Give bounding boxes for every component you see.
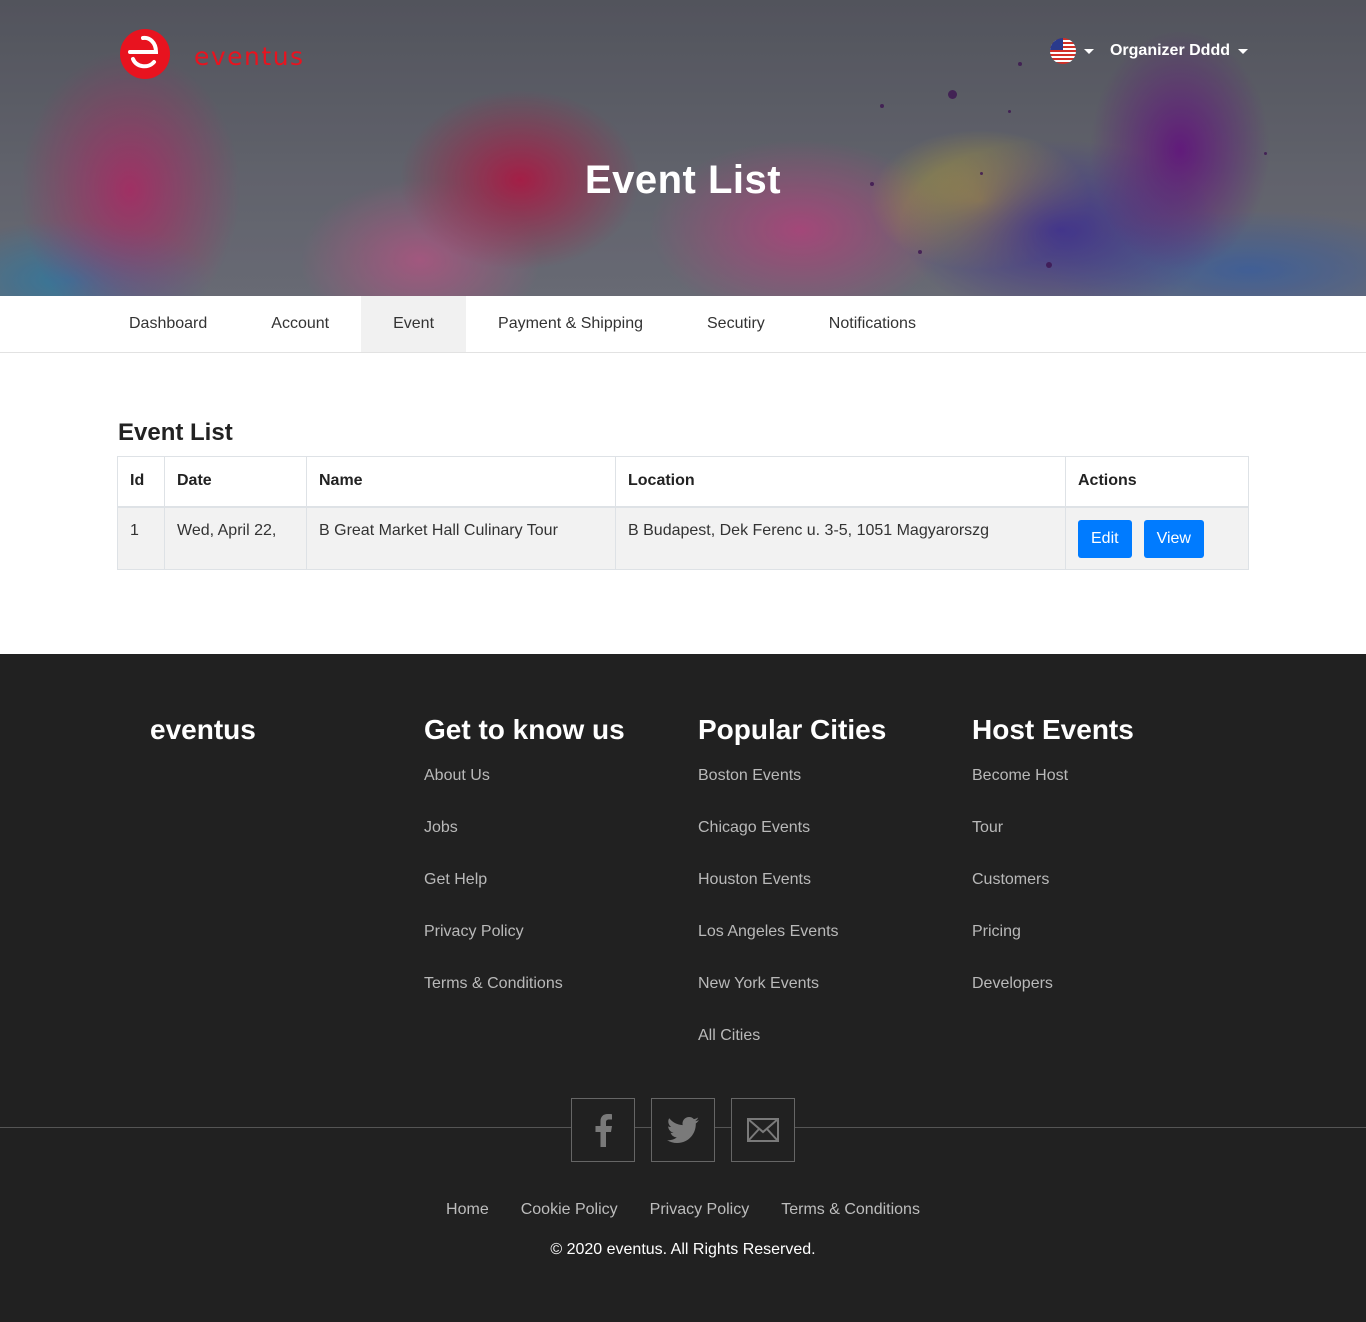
tab-dashboard[interactable]: Dashboard	[97, 296, 239, 352]
table-row: 1 Wed, April 22, B Great Market Hall Cul…	[117, 506, 1249, 570]
footer-link-developers[interactable]: Developers	[972, 972, 1134, 1024]
social-links	[571, 1098, 795, 1162]
footer-link-get-help[interactable]: Get Help	[424, 868, 625, 920]
view-button[interactable]: View	[1143, 519, 1204, 558]
footer-link-tour[interactable]: Tour	[972, 816, 1134, 868]
page-title: Event List	[584, 158, 782, 202]
bottom-link-home[interactable]: Home	[446, 1201, 489, 1219]
email-button[interactable]	[731, 1098, 795, 1162]
header-controls: Organizer Dddd	[1049, 38, 1248, 64]
footer-column-host: Host Events Become Host Tour Customers P…	[972, 714, 1134, 1024]
tab-payment-shipping[interactable]: Payment & Shipping	[466, 296, 675, 352]
footer-heading: Get to know us	[424, 714, 625, 745]
table-header-row: Id Date Name Location Actions	[117, 456, 1249, 508]
cell-date: Wed, April 22,	[164, 506, 307, 570]
cell-id: 1	[117, 506, 165, 570]
column-header-name: Name	[306, 456, 616, 508]
facebook-button[interactable]	[571, 1098, 635, 1162]
event-table: Id Date Name Location Actions 1 Wed, Apr…	[117, 456, 1249, 570]
footer-column-about: Get to know us About Us Jobs Get Help Pr…	[424, 714, 625, 1024]
section-title: Event List	[118, 419, 233, 446]
brand-logo[interactable]: eventus	[119, 28, 305, 80]
bottom-link-terms[interactable]: Terms & Conditions	[781, 1201, 920, 1219]
user-menu[interactable]: Organizer Dddd	[1110, 42, 1248, 60]
cell-location: B Budapest, Dek Ferenc u. 3-5, 1051 Magy…	[615, 506, 1066, 570]
footer-link-boston[interactable]: Boston Events	[698, 764, 886, 816]
footer-brand[interactable]: eventus	[150, 714, 256, 746]
user-name: Organizer Dddd	[1109, 42, 1230, 59]
footer-link-about-us[interactable]: About Us	[424, 764, 625, 816]
cell-name: B Great Market Hall Culinary Tour	[306, 506, 616, 570]
facebook-icon	[595, 1114, 612, 1147]
account-tabs: Dashboard Account Event Payment & Shippi…	[0, 296, 1366, 353]
footer-heading: Popular Cities	[698, 714, 887, 745]
footer-heading: Host Events	[972, 714, 1134, 745]
tab-security[interactable]: Secutiry	[675, 296, 797, 352]
twitter-icon	[667, 1117, 699, 1143]
site-footer: eventus Get to know us About Us Jobs Get…	[0, 654, 1366, 1322]
email-icon	[747, 1118, 779, 1142]
tab-notifications[interactable]: Notifications	[797, 296, 948, 352]
eventus-logo-icon	[120, 29, 170, 79]
footer-link-jobs[interactable]: Jobs	[424, 816, 625, 868]
footer-link-pricing[interactable]: Pricing	[972, 920, 1134, 972]
footer-link-los-angeles[interactable]: Los Angeles Events	[698, 920, 886, 972]
footer-link-become-host[interactable]: Become Host	[972, 764, 1134, 816]
chevron-down-icon	[1238, 48, 1248, 54]
column-header-id: Id	[117, 456, 165, 508]
brand-name: eventus	[194, 41, 305, 71]
language-selector[interactable]	[1049, 38, 1094, 64]
footer-link-terms[interactable]: Terms & Conditions	[424, 972, 625, 1024]
bottom-link-cookie-policy[interactable]: Cookie Policy	[521, 1201, 618, 1219]
copyright-text: © 2020 eventus. All Rights Reserved.	[550, 1241, 816, 1258]
tab-account[interactable]: Account	[239, 296, 361, 352]
footer-link-customers[interactable]: Customers	[972, 868, 1134, 920]
column-header-date: Date	[164, 456, 307, 508]
chevron-down-icon	[1083, 48, 1094, 54]
footer-link-new-york[interactable]: New York Events	[698, 972, 886, 1024]
column-header-location: Location	[615, 456, 1066, 508]
footer-link-houston[interactable]: Houston Events	[698, 868, 886, 920]
bottom-link-privacy-policy[interactable]: Privacy Policy	[650, 1201, 750, 1219]
footer-column-cities: Popular Cities Boston Events Chicago Eve…	[698, 714, 886, 1076]
tab-event[interactable]: Event	[361, 296, 467, 352]
cell-actions: Edit View	[1065, 506, 1249, 570]
hero-banner: eventus Organizer Dddd Event List	[0, 0, 1366, 296]
us-flag-icon	[1049, 38, 1076, 64]
twitter-button[interactable]	[651, 1098, 715, 1162]
footer-link-chicago[interactable]: Chicago Events	[698, 816, 886, 868]
column-header-actions: Actions	[1065, 456, 1249, 508]
edit-button[interactable]: Edit	[1078, 519, 1132, 558]
footer-bottom-nav: Home Cookie Policy Privacy Policy Terms …	[0, 1201, 1366, 1219]
footer-link-privacy-policy[interactable]: Privacy Policy	[424, 920, 625, 972]
footer-link-all-cities[interactable]: All Cities	[698, 1024, 886, 1076]
